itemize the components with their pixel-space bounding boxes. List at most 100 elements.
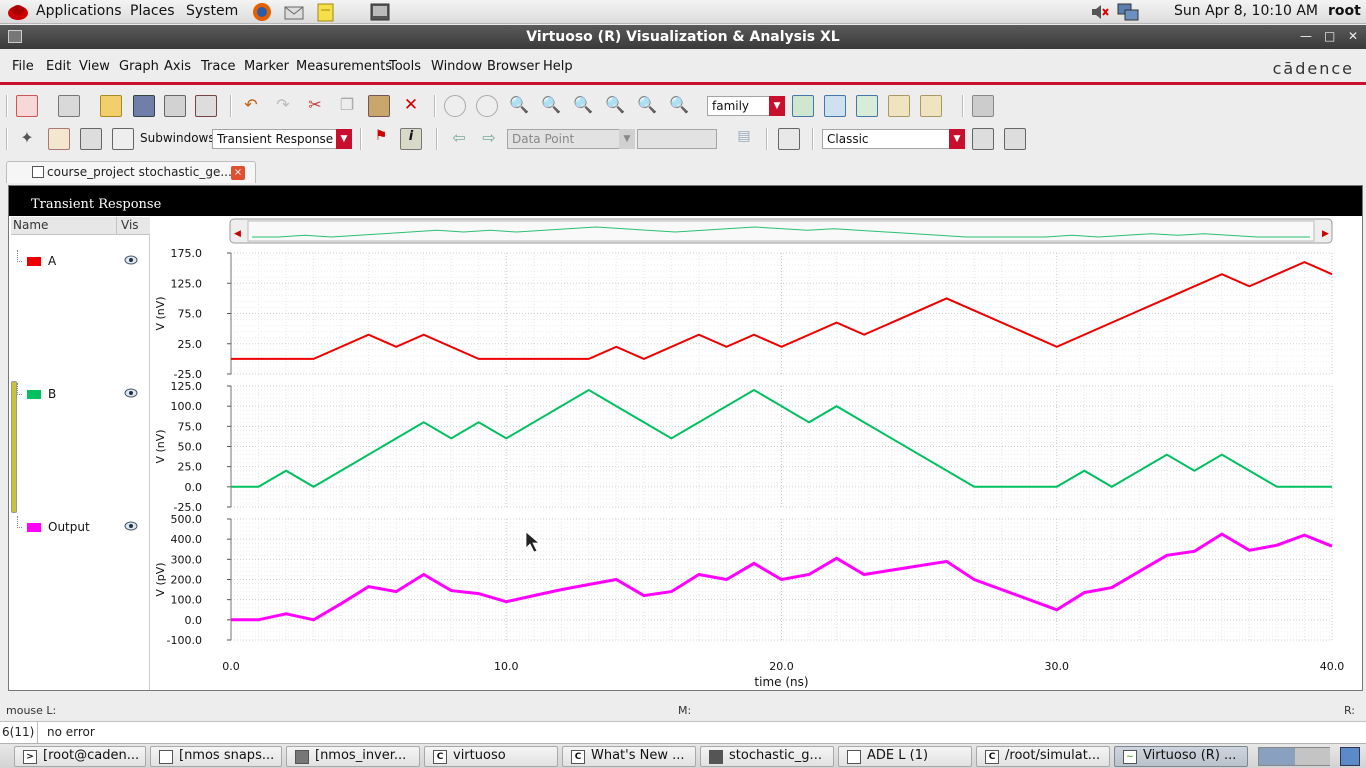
redo-icon[interactable]: ↷ xyxy=(272,95,294,117)
task-whats-new[interactable]: C What's New ... xyxy=(562,746,696,767)
menu-edit[interactable]: Edit xyxy=(46,59,71,74)
plot-area[interactable]: ◀ ▶ 175.0 125.0 75.0 25.0 -25.0 V (nV) 125.0 100.… xyxy=(152,217,1362,690)
zoom-box-icon[interactable]: 🔍 xyxy=(668,95,690,117)
family-action-4-icon[interactable] xyxy=(888,95,910,117)
x-tick-label: 30.0 xyxy=(1045,660,1070,673)
new-subwindow-icon[interactable] xyxy=(58,95,80,117)
back-arrow-icon[interactable]: ⇦ xyxy=(448,128,470,150)
new-window-icon[interactable] xyxy=(16,95,38,117)
name-column-header[interactable]: Name xyxy=(13,218,48,232)
zoom-back-icon[interactable] xyxy=(444,95,466,117)
menu-help[interactable]: Help xyxy=(543,59,573,74)
window-stack-icon[interactable] xyxy=(972,128,994,150)
menu-measurements[interactable]: Measurements xyxy=(296,59,392,74)
family-action-3-icon[interactable] xyxy=(856,95,878,117)
flag-icon[interactable]: ⚑ xyxy=(370,128,392,150)
data-point-dropdown[interactable]: Data Point ▼ xyxy=(507,129,635,149)
zoom-in-icon[interactable]: 🔍 xyxy=(540,95,562,117)
zoom-y-icon[interactable]: 🔍 xyxy=(636,95,658,117)
wand-icon[interactable]: ✦ xyxy=(16,128,38,150)
menu-view[interactable]: View xyxy=(79,59,110,74)
family-action-2-icon[interactable] xyxy=(824,95,846,117)
family-action-1-icon[interactable] xyxy=(792,95,814,117)
signal-row-a[interactable]: A xyxy=(11,250,150,273)
menu-trace[interactable]: Trace xyxy=(201,59,236,74)
task-root-simulat[interactable]: C/root/simulat... xyxy=(976,746,1110,767)
undo-icon[interactable]: ↶ xyxy=(240,95,262,117)
task-nmos-inver[interactable]: [nmos_inver... xyxy=(286,746,420,767)
window-title-bar[interactable]: Virtuoso (R) Visualization & Analysis XL… xyxy=(0,25,1366,49)
tab-course-project[interactable]: course_project stochastic_ge... × xyxy=(6,161,256,183)
close-window-icon[interactable]: ✕ xyxy=(1348,29,1358,43)
grid-toggle-icon[interactable] xyxy=(972,95,994,117)
menu-tools[interactable]: Tools xyxy=(389,59,421,74)
zoom-forward-icon[interactable] xyxy=(476,95,498,117)
user-name[interactable]: root xyxy=(1328,3,1361,19)
maximize-icon[interactable]: □ xyxy=(1324,29,1335,43)
waveform-plot[interactable]: ◀ ▶175.0125.075.025.0-25.0V (nV)125.0100.… xyxy=(152,217,1362,690)
cards-icon[interactable] xyxy=(48,128,70,150)
zoom-x-icon[interactable]: 🔍 xyxy=(604,95,626,117)
close-tab-icon[interactable]: × xyxy=(231,166,245,180)
workspace-2[interactable] xyxy=(1295,748,1330,765)
signal-row-b[interactable]: B xyxy=(11,383,150,406)
clock[interactable]: Sun Apr 8, 10:10 AM xyxy=(1174,3,1318,19)
bar-chart-icon[interactable]: ▤ xyxy=(733,128,755,150)
menu-browser[interactable]: Browser xyxy=(487,59,540,74)
forward-arrow-icon[interactable]: ⇨ xyxy=(478,128,500,150)
task-virtuoso[interactable]: Cvirtuoso xyxy=(424,746,558,767)
subwindows-dropdown[interactable]: Transient Response ▼ xyxy=(212,129,352,149)
cut-icon[interactable]: ✂ xyxy=(304,95,326,117)
print-icon[interactable] xyxy=(164,95,186,117)
system-menu[interactable]: System xyxy=(186,3,238,19)
notes-icon[interactable] xyxy=(314,1,338,23)
task-stochastic[interactable]: stochastic_g... xyxy=(700,746,834,767)
menu-graph[interactable]: Graph xyxy=(119,59,159,74)
stack-strips-icon[interactable] xyxy=(80,128,102,150)
signal-row-output[interactable]: Output xyxy=(11,516,150,539)
task-terminal[interactable]: > [root@caden... xyxy=(14,746,146,767)
places-menu[interactable]: Places xyxy=(130,3,175,19)
eye-icon[interactable] xyxy=(124,519,138,533)
data-point-value-field[interactable] xyxy=(637,129,717,149)
task-ade-l[interactable]: ADE L (1) xyxy=(838,746,972,767)
mail-icon[interactable] xyxy=(282,1,306,23)
minimize-icon[interactable]: — xyxy=(1300,29,1312,43)
applications-menu[interactable]: Applications xyxy=(36,3,122,19)
zoom-out-icon[interactable]: 🔍 xyxy=(572,95,594,117)
workspace-1[interactable] xyxy=(1259,748,1295,765)
open-icon[interactable] xyxy=(100,95,122,117)
info-icon[interactable]: i xyxy=(400,128,422,150)
split-view-icon[interactable] xyxy=(112,128,134,150)
network-icon[interactable] xyxy=(1116,1,1140,23)
zoom-fit-icon[interactable]: 🔍 xyxy=(508,95,530,117)
waveform-calc-icon[interactable] xyxy=(195,95,217,117)
calculator-icon[interactable] xyxy=(778,128,800,150)
task-virtuoso-viva[interactable]: ~ Virtuoso (R) ... xyxy=(1114,746,1248,767)
vis-column-header[interactable]: Vis xyxy=(121,218,139,232)
redhat-logo-icon[interactable] xyxy=(6,1,30,23)
workspace-switcher[interactable] xyxy=(1258,747,1330,766)
trash-icon[interactable] xyxy=(1340,747,1360,766)
style-dropdown[interactable]: Classic ▼ xyxy=(822,129,965,149)
menu-axis[interactable]: Axis xyxy=(164,59,191,74)
eye-icon[interactable] xyxy=(124,386,138,400)
window-remove-icon[interactable] xyxy=(1004,128,1026,150)
firefox-icon[interactable] xyxy=(250,1,274,23)
family-action-5-icon[interactable] xyxy=(920,95,942,117)
selected-strip-indicator[interactable] xyxy=(11,381,17,513)
delete-icon[interactable]: ✕ xyxy=(400,95,422,117)
menu-marker[interactable]: Marker xyxy=(244,59,289,74)
paste-icon[interactable] xyxy=(368,95,390,117)
menu-window[interactable]: Window xyxy=(431,59,482,74)
family-dropdown[interactable]: family ▼ xyxy=(707,96,785,116)
column-divider[interactable] xyxy=(116,217,117,235)
menu-file[interactable]: File xyxy=(12,59,34,74)
save-icon[interactable] xyxy=(133,95,155,117)
volume-muted-icon[interactable] xyxy=(1088,1,1112,23)
window-icon xyxy=(159,750,173,764)
eye-icon[interactable] xyxy=(124,253,138,267)
task-nmos-snaps[interactable]: [nmos snaps... xyxy=(150,746,282,767)
terminal-launcher-icon[interactable] xyxy=(368,1,392,23)
copy-icon[interactable]: ❐ xyxy=(336,95,358,117)
